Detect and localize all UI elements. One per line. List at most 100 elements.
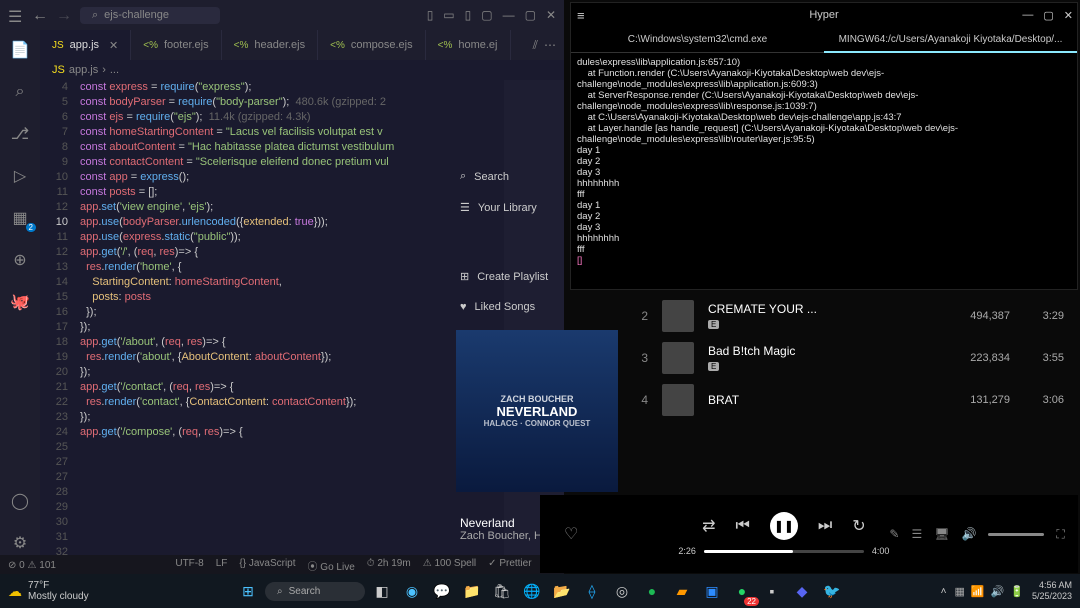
minimize-icon[interactable]: — (1022, 9, 1033, 22)
sidebar-search[interactable]: ⌕Search (460, 170, 580, 183)
sidebar-create-playlist[interactable]: ⊞Create Playlist (460, 270, 580, 283)
battery-icon[interactable]: 🔋 (1010, 585, 1024, 598)
volume-icon[interactable]: 🔊 (961, 527, 976, 541)
edge-icon[interactable]: 🌐 (519, 578, 545, 604)
tab-app-js[interactable]: JSapp.js✕ (40, 30, 131, 60)
sublime-icon[interactable]: ▰ (669, 578, 695, 604)
hyper-menu-icon[interactable]: ≡ (577, 8, 585, 23)
status-bar: ⊘ 0 ⚠ 101 UTF-8 LF {} JavaScript ⦿ Go Li… (0, 555, 564, 575)
layout-left-icon[interactable]: ▯ (427, 8, 434, 22)
more-icon[interactable]: ⋯ (544, 38, 556, 53)
track-row[interactable]: 3 Bad B!tch MagicE 223,834 3:55 (620, 337, 1078, 379)
chrome-icon[interactable]: ◎ (609, 578, 635, 604)
remote-icon[interactable]: ⊕ (8, 248, 32, 272)
hyper-tab-cmd[interactable]: C:\Windows\system32\cmd.exe (571, 27, 824, 53)
minimize-icon[interactable]: — (503, 8, 515, 22)
explorer-icon[interactable]: 📄 (8, 38, 32, 62)
fullscreen-icon[interactable]: ⛶ (1056, 527, 1064, 542)
queue-icon[interactable]: ☰ (911, 527, 922, 541)
clock[interactable]: 4:56 AM 5/25/2023 (1032, 580, 1072, 602)
status-lang[interactable]: {} JavaScript (239, 558, 295, 573)
hyper-icon[interactable]: ▪ (759, 578, 785, 604)
breadcrumb[interactable]: JS app.js › ... (40, 60, 564, 80)
status-prettier[interactable]: ✓ Prettier (488, 558, 531, 573)
spotify-sidebar: ⌕Search ☰Your Library ⊞Create Playlist ♥… (460, 170, 580, 313)
layout-right-icon[interactable]: ▯ (465, 8, 472, 22)
weather-widget[interactable]: ☁ 77°FMostly cloudy (8, 580, 89, 602)
vscode-icon[interactable]: ⟠ (579, 578, 605, 604)
status-golive[interactable]: ⦿ Go Live (308, 558, 355, 573)
layout-bottom-icon[interactable]: ▭ (443, 8, 454, 22)
explorer-icon[interactable]: 📁 (459, 578, 485, 604)
maximize-icon[interactable]: ▢ (1043, 9, 1053, 22)
status-time[interactable]: ⏱ 2h 19m (367, 558, 411, 573)
spotify-icon[interactable]: ● (639, 578, 665, 604)
track-row[interactable]: 2 CREMATE YOUR ...E 494,387 3:29 (620, 295, 1078, 337)
vscode-menu-icon[interactable]: ☰ (8, 7, 24, 23)
next-icon[interactable]: ⏭ (818, 517, 832, 535)
start-button[interactable]: ⊞ (235, 578, 261, 604)
tab-header-ejs[interactable]: <%header.ejs (222, 30, 319, 60)
settings-icon[interactable]: ⚙ (8, 531, 32, 555)
lyrics-icon[interactable]: ✎ (889, 527, 899, 541)
status-errors[interactable]: ⊘ 0 ⚠ 101 (8, 560, 56, 571)
tab-label: compose.ejs (351, 39, 413, 51)
tab-compose-ejs[interactable]: <%compose.ejs (318, 30, 426, 60)
repeat-icon[interactable]: ↻ (852, 516, 865, 536)
close-icon[interactable]: ✕ (546, 8, 556, 22)
twitter-icon[interactable]: 🐦 (819, 578, 845, 604)
nav-back-icon[interactable]: ← (32, 7, 48, 23)
wifi-icon[interactable]: 📶 (971, 585, 985, 598)
account-icon[interactable]: ◯ (8, 489, 32, 513)
breadcrumb-more: ... (110, 64, 119, 76)
volume-icon[interactable]: 🔊 (991, 585, 1005, 598)
whatsapp-icon[interactable]: ●22 (729, 578, 755, 604)
devices-icon[interactable]: 🖥 (934, 527, 949, 541)
track-row[interactable]: 4 BRAT 131,279 3:06 (620, 379, 1078, 421)
hyper-titlebar: ≡ Hyper — ▢ ✕ (571, 3, 1077, 27)
maximize-icon[interactable]: ▢ (525, 8, 536, 22)
search-icon[interactable]: ⌕ (8, 80, 32, 104)
compare-icon[interactable]: ⫽ (533, 38, 538, 53)
layout-panel-icon[interactable]: ▢ (481, 8, 492, 22)
prev-icon[interactable]: ⏮ (735, 517, 749, 535)
shuffle-icon[interactable]: ⇄ (702, 516, 715, 536)
status-spell[interactable]: ⚠ 100 Spell (423, 558, 476, 573)
nav-forward-icon[interactable]: → (56, 7, 72, 23)
breadcrumb-file: app.js (69, 64, 98, 76)
store-icon[interactable]: 🛍 (489, 578, 515, 604)
tab-home-ejs[interactable]: <%home.ej (426, 30, 511, 60)
album-title: NEVERLAND (497, 404, 578, 419)
tab-label: header.ejs (254, 39, 305, 51)
like-icon[interactable]: ♡ (564, 524, 578, 544)
widgets-icon[interactable]: ◉ (399, 578, 425, 604)
tray-icon[interactable]: ▦ (954, 585, 964, 598)
task-view-icon[interactable]: ◧ (369, 578, 395, 604)
discord-icon[interactable]: ◆ (789, 578, 815, 604)
sidebar-liked-songs[interactable]: ♥Liked Songs (460, 301, 580, 313)
command-center[interactable]: ⌕ ejs-challenge (80, 7, 220, 24)
progress-bar[interactable] (704, 550, 864, 553)
hyper-tab-mingw[interactable]: MINGW64:/c/Users/Ayanakoji Kiyotaka/Desk… (824, 27, 1077, 53)
github-icon[interactable]: 🐙 (8, 290, 32, 314)
library-icon: ☰ (460, 201, 470, 214)
terminal-output[interactable]: dules\express\lib\application.js:657:10)… (571, 53, 1077, 289)
chevron-up-icon[interactable]: ˄ (941, 586, 947, 597)
debug-icon[interactable]: ▷ (8, 164, 32, 188)
source-control-icon[interactable]: ⎇ (8, 122, 32, 146)
extensions-icon[interactable]: ▦2 (8, 206, 32, 230)
status-encoding[interactable]: UTF-8 (175, 558, 203, 573)
explorer2-icon[interactable]: 📂 (549, 578, 575, 604)
close-tab-icon[interactable]: ✕ (109, 39, 118, 52)
pause-button[interactable]: ❚❚ (770, 512, 798, 540)
track-plays: 223,834 (940, 352, 1010, 364)
tab-footer-ejs[interactable]: <%footer.ejs (131, 30, 221, 60)
taskbar-search[interactable]: ⌕Search (265, 582, 365, 601)
volume-bar[interactable] (988, 533, 1044, 536)
album-art[interactable]: ZACH BOUCHER NEVERLAND HALACG · CONNOR Q… (456, 330, 618, 492)
status-eol[interactable]: LF (216, 558, 228, 573)
sidebar-library[interactable]: ☰Your Library (460, 201, 580, 214)
close-icon[interactable]: ✕ (1064, 9, 1073, 22)
zoom-icon[interactable]: ▣ (699, 578, 725, 604)
teams-icon[interactable]: 💬 (429, 578, 455, 604)
